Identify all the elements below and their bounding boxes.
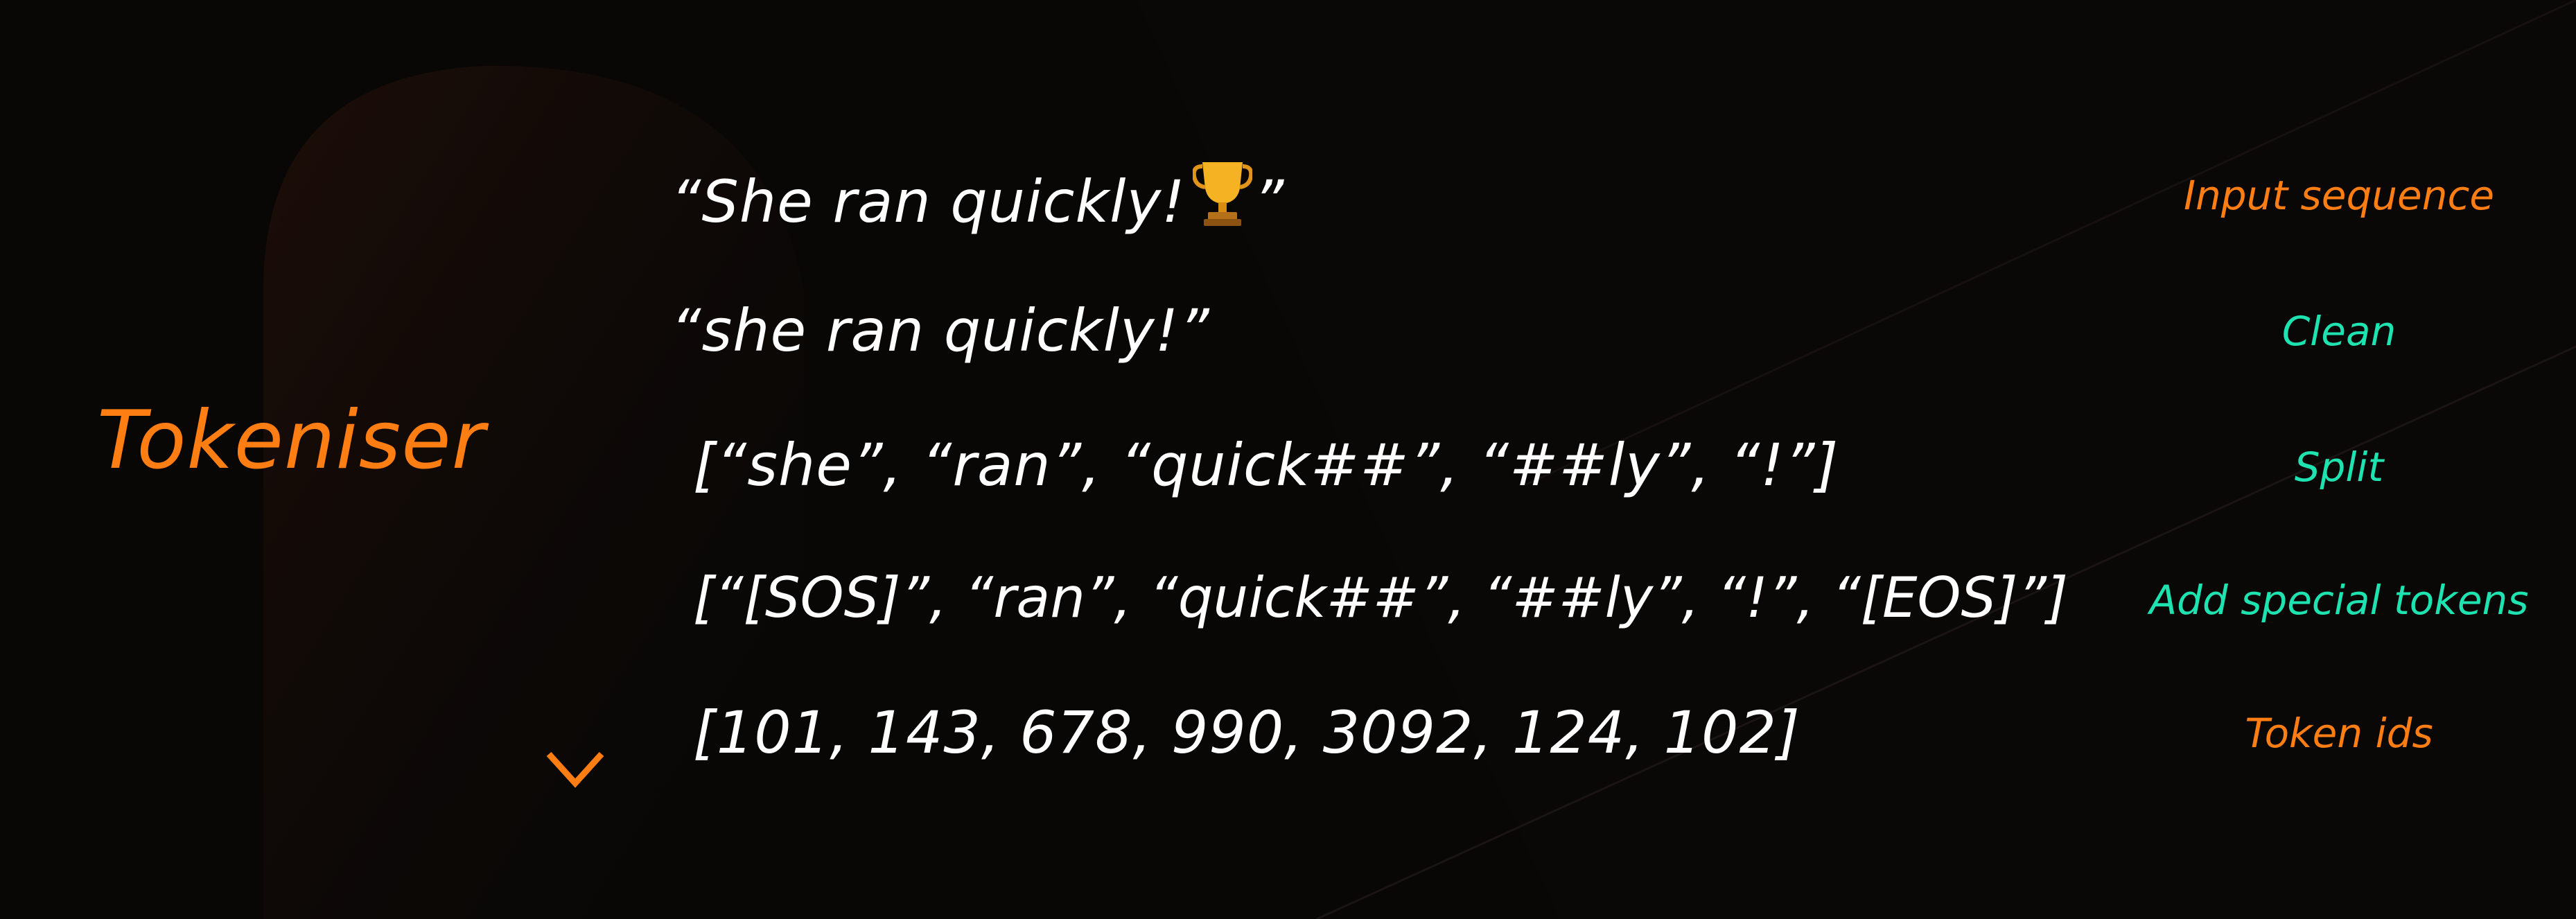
- label-clean: Clean: [2281, 308, 2397, 355]
- special-tokens-text: [“[SOS]”, “ran”, “quick##”, “##ly”, “!”,…: [693, 566, 2069, 630]
- token-ids-text: [101, 143, 678, 990, 3092, 124, 102]: [693, 699, 1800, 767]
- trophy-icon: [1192, 162, 1252, 226]
- label-input-sequence: Input sequence: [2183, 172, 2495, 219]
- split-text: [“she”, “ran”, “quick##”, “##ly”, “!”]: [693, 431, 1839, 499]
- input-sequence-text: “She ran quickly! ”: [671, 158, 1284, 236]
- tokeniser-title: Tokeniser: [97, 394, 486, 487]
- input-sequence-text-end: ”: [1253, 168, 1285, 236]
- down-arrow-icon: [546, 132, 604, 788]
- clean-text: “she ran quickly!”: [671, 297, 1210, 365]
- label-split: Split: [2294, 444, 2384, 491]
- input-sequence-text-start: “She ran quickly!: [671, 168, 1186, 236]
- label-add-special-tokens: Add special tokens: [2149, 577, 2529, 624]
- label-token-ids: Token ids: [2245, 710, 2433, 757]
